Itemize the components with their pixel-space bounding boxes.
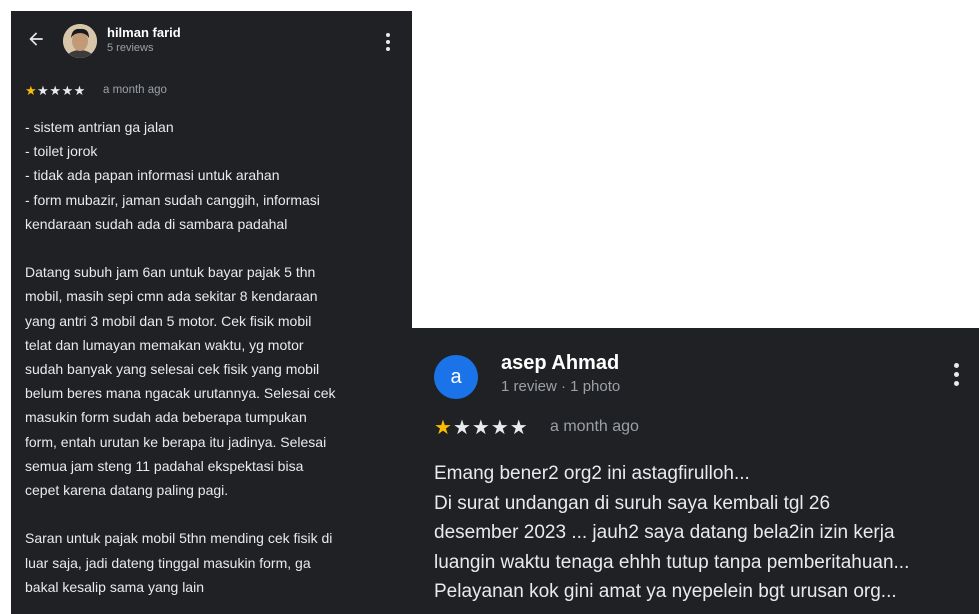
- review-line: masukin form sudah ada beberapa tumpukan: [25, 409, 307, 426]
- review-line: mobil, masih sepi cmn ada sekitar 8 kend…: [25, 288, 318, 305]
- star-icon: ★: [452, 417, 472, 439]
- review-line: luar saja, jadi dateng tinggal masukin f…: [25, 554, 311, 571]
- review-line: - tidak ada papan informasi untuk arahan: [25, 167, 280, 184]
- reviewer-name[interactable]: hilman farid: [107, 25, 181, 40]
- review-line: form, entah urutan ke berapa itu jadinya…: [25, 433, 327, 450]
- star-icon: ★: [434, 417, 453, 439]
- review-line: yang antri 3 mobil dan 5 motor. Cek fisi…: [25, 312, 312, 329]
- review-line: sudah banyak yang selesai cek fisik yang…: [25, 361, 320, 378]
- star-icon: ★: [25, 83, 38, 98]
- star-icon: ★: [490, 417, 510, 439]
- star-rating: ★★★★★: [434, 415, 529, 440]
- review-line: cepet karena datang paling pagi.: [25, 482, 229, 499]
- star-icon: ★: [509, 417, 529, 439]
- star-icon: ★: [471, 417, 491, 439]
- review-text: Emang bener2 org2 ini astagfirulloh... D…: [434, 459, 974, 607]
- star-icon: ★: [37, 83, 50, 98]
- review-line: desember 2023 ... jauh2 saya datang bela…: [434, 522, 895, 543]
- more-vert-icon[interactable]: [954, 363, 959, 390]
- more-vert-icon[interactable]: [386, 33, 390, 51]
- review-line: Saran untuk pajak mobil 5thn mending cek…: [25, 530, 333, 547]
- review-line: luangin waktu tenaga ehhh tutup tanpa pe…: [434, 551, 910, 573]
- review-line: kendaraan sudah ada di sambara padahal: [25, 215, 288, 232]
- review-text: - sistem antrian ga jalan - toilet jorok…: [25, 115, 410, 599]
- review-line: Pelayanan kok gini amat ya nyepelein bgt…: [434, 581, 897, 602]
- review-card-hilman: hilman farid 5 reviews ★★★★★ a month ago…: [11, 11, 412, 614]
- review-line: Di surat undangan di suruh saya kembali …: [434, 492, 831, 514]
- review-line: telat dan lumayan memakan waktu, yg moto…: [25, 336, 304, 353]
- star-icon: ★: [61, 83, 74, 98]
- review-line: Datang subuh jam 6an untuk bayar pajak 5…: [25, 264, 316, 281]
- avatar[interactable]: [63, 24, 97, 58]
- back-arrow-icon[interactable]: [26, 29, 46, 49]
- review-line: Emang bener2 org2 ini astagfirulloh...: [434, 463, 750, 484]
- review-line: - sistem antrian ga jalan: [25, 119, 174, 135]
- review-time: a month ago: [103, 84, 167, 96]
- review-line: semua jam steng 11 padahal ekspektasi bi…: [25, 457, 304, 474]
- reviewer-meta: 1 review · 1 photo: [501, 378, 621, 395]
- star-icon: ★: [49, 83, 62, 98]
- review-time: a month ago: [550, 418, 639, 435]
- star-rating: ★★★★★: [25, 83, 86, 99]
- review-line: - toilet jorok: [25, 143, 98, 160]
- star-icon: ★: [73, 83, 86, 98]
- review-line: belum beres mana ngacak urutannya. Seles…: [25, 385, 336, 402]
- reviewer-meta: 5 reviews: [107, 42, 154, 54]
- reviewer-name[interactable]: asep Ahmad: [501, 352, 619, 375]
- review-line: bakal kesalip sama yang lain: [25, 578, 204, 595]
- review-card-asep: a asep Ahmad 1 review · 1 photo ★★★★★ a …: [412, 328, 979, 614]
- avatar[interactable]: a: [434, 355, 478, 399]
- review-line: - form mubazir, jaman sudah canggih, inf…: [25, 191, 320, 208]
